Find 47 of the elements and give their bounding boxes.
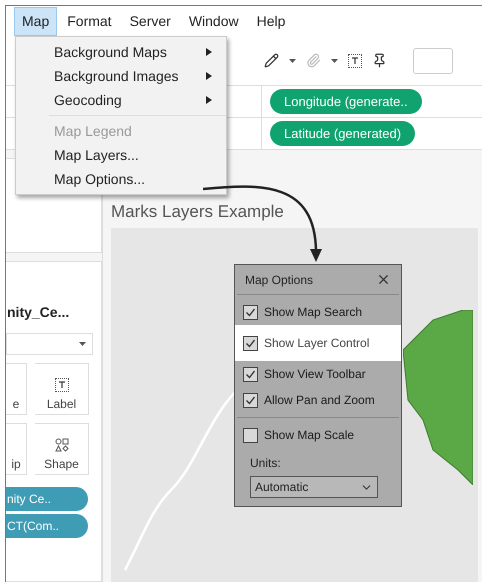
pencil-icon[interactable] <box>264 53 279 68</box>
units-dropdown[interactable]: Automatic <box>250 476 378 498</box>
marks-layer-title: nity_Ce... <box>6 303 70 322</box>
checkbox[interactable] <box>243 428 258 442</box>
submenu-arrow-icon <box>206 96 212 104</box>
submenu-arrow-icon <box>206 48 212 56</box>
shapes-icon <box>54 438 68 452</box>
close-icon[interactable] <box>376 272 391 287</box>
checkmark-icon <box>245 368 256 380</box>
units-label: Units: <box>250 455 282 472</box>
caret-icon <box>289 58 296 62</box>
caret-icon <box>79 342 86 346</box>
option-row[interactable]: Show Map Search <box>237 299 399 325</box>
view-title: Marks Layers Example <box>111 201 284 223</box>
mark-button[interactable]: e <box>6 363 27 415</box>
option-row[interactable]: Show View Toolbar <box>237 361 399 387</box>
menu-item[interactable]: Server <box>122 6 179 36</box>
dialog-title: Map Options <box>245 272 314 288</box>
checkmark-icon <box>245 338 256 348</box>
menu-item[interactable]: Help <box>248 6 294 36</box>
option-row[interactable]: Allow Pan and Zoom <box>237 387 399 413</box>
checkbox[interactable] <box>243 336 258 350</box>
search-field[interactable] <box>413 48 453 74</box>
checkbox[interactable] <box>243 392 258 408</box>
menu-entry[interactable]: Background Images <box>16 64 226 88</box>
menu-item[interactable]: Map <box>14 6 58 36</box>
checkmark-icon <box>245 306 256 318</box>
option-row[interactable]: Show Map Scale <box>237 422 399 448</box>
option-row[interactable]: Show Layer Control <box>235 325 401 361</box>
checkbox[interactable] <box>243 304 258 320</box>
paperclip-icon[interactable] <box>306 53 321 68</box>
submenu-arrow-icon <box>206 72 212 80</box>
mark-button[interactable]: ip <box>6 423 27 475</box>
menu-entry[interactable]: Background Maps <box>16 40 226 64</box>
mark-button[interactable]: Shape <box>35 423 89 475</box>
menu-item[interactable]: Format <box>59 6 120 36</box>
checkbox[interactable] <box>243 366 258 382</box>
checkmark-icon <box>245 394 256 406</box>
menu-entry[interactable]: Map Options... <box>49 167 226 191</box>
pin-icon[interactable] <box>372 53 387 68</box>
menu-entry[interactable]: Map Layers... <box>49 143 226 167</box>
caret-icon <box>331 58 338 62</box>
mark-button[interactable]: Label <box>35 363 89 415</box>
text-icon <box>54 378 68 392</box>
text-icon <box>348 54 362 68</box>
menu-item[interactable]: Window <box>180 6 247 36</box>
menu-entry[interactable]: Geocoding <box>16 88 226 112</box>
